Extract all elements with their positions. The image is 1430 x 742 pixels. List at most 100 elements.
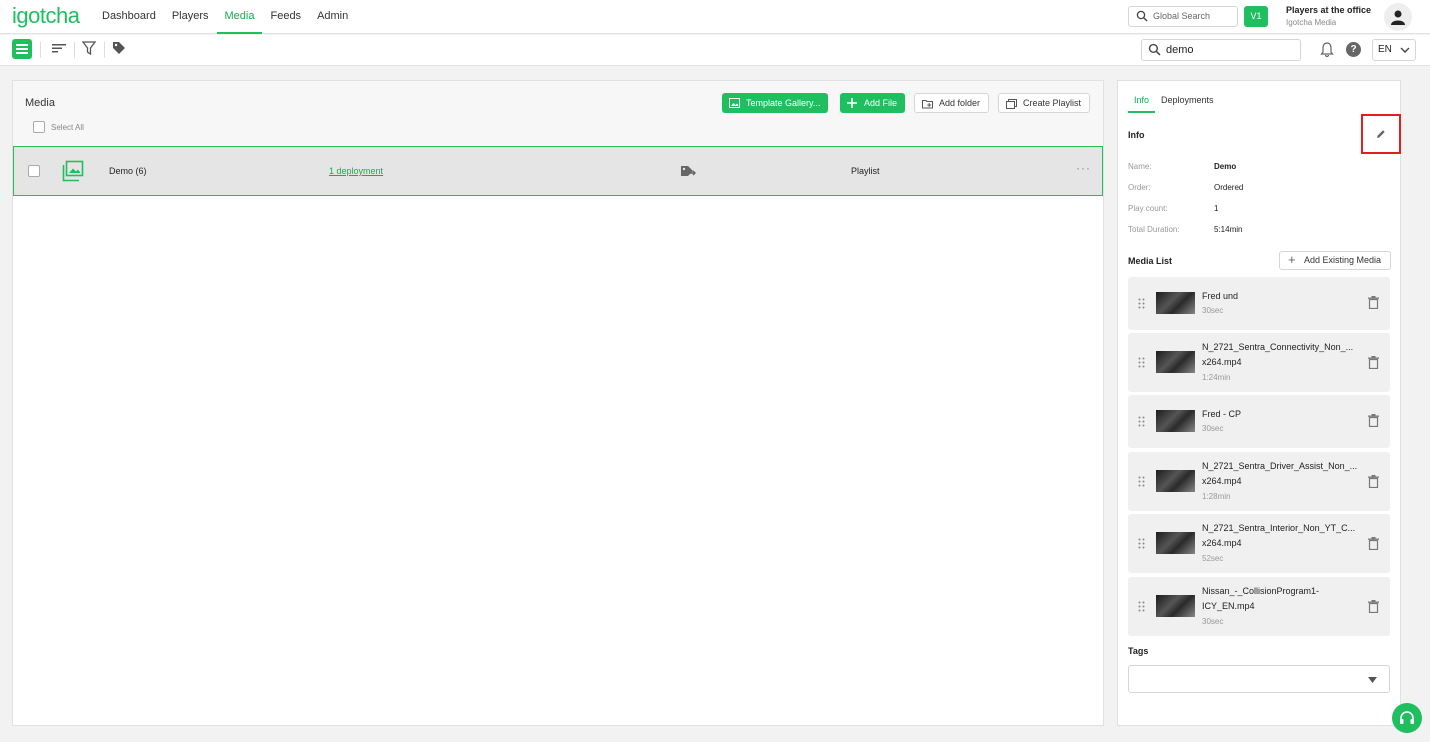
- select-all-checkbox[interactable]: [33, 121, 45, 133]
- list-view-button[interactable]: [12, 39, 32, 59]
- trash-icon[interactable]: [1368, 537, 1379, 550]
- filter-icon[interactable]: [82, 41, 96, 55]
- table-row[interactable]: Demo (6) 1 deployment Playlist ···: [13, 146, 1103, 196]
- gallery-icon: [729, 98, 740, 108]
- list-item[interactable]: Fred - CP 30sec: [1128, 395, 1390, 448]
- nav-dashboard[interactable]: Dashboard: [94, 0, 164, 34]
- search-icon: [1136, 10, 1148, 22]
- media-duration: 52sec: [1202, 554, 1224, 563]
- divider: [74, 42, 75, 58]
- row-deployments-link[interactable]: 1 deployment: [329, 166, 383, 176]
- duration-value: 5:14min: [1214, 225, 1243, 234]
- version-badge[interactable]: V1: [1244, 6, 1268, 27]
- details-panel: Info Deployments Info Name: Demo Order: …: [1117, 80, 1401, 726]
- global-search-placeholder: Global Search: [1153, 11, 1211, 21]
- drag-handle-icon[interactable]: [1138, 416, 1146, 427]
- media-name-cont: x264.mp4: [1202, 357, 1242, 367]
- trash-icon[interactable]: [1368, 356, 1379, 369]
- media-duration: 30sec: [1202, 306, 1224, 315]
- media-name: N_2721_Sentra_Driver_Assist_Non_...: [1202, 461, 1358, 471]
- media-name: N_2721_Sentra_Interior_Non_YT_C...: [1202, 523, 1356, 533]
- media-duration: 30sec: [1202, 424, 1224, 433]
- media-name-cont: x264.mp4: [1202, 538, 1242, 548]
- media-thumbnail: [1156, 532, 1195, 554]
- list-item[interactable]: N_2721_Sentra_Interior_Non_YT_C... x264.…: [1128, 514, 1390, 573]
- media-duration: 1:24min: [1202, 373, 1231, 382]
- list-item[interactable]: Fred und 30sec: [1128, 277, 1390, 330]
- drag-handle-icon[interactable]: [1138, 538, 1146, 549]
- template-gallery-button[interactable]: Template Gallery...: [722, 93, 829, 113]
- order-label: Order:: [1128, 183, 1151, 192]
- support-chat-button[interactable]: [1392, 703, 1422, 733]
- create-playlist-button[interactable]: Create Playlist: [998, 93, 1091, 113]
- media-thumbnail: [1156, 351, 1195, 373]
- media-search-value: demo: [1166, 44, 1194, 56]
- more-icon[interactable]: ···: [1076, 161, 1091, 175]
- media-thumbnail: [1156, 595, 1195, 617]
- bell-icon[interactable]: [1320, 42, 1334, 57]
- select-all[interactable]: Select All: [27, 121, 84, 133]
- drag-handle-icon[interactable]: [1138, 298, 1146, 309]
- media-search-input[interactable]: demo: [1141, 39, 1301, 61]
- help-icon[interactable]: ?: [1346, 42, 1361, 57]
- tag-icon[interactable]: [112, 41, 126, 55]
- nav-players[interactable]: Players: [164, 0, 217, 34]
- headset-icon: [1400, 711, 1414, 724]
- playlist-icon: [62, 160, 84, 182]
- add-folder-button[interactable]: Add folder: [914, 93, 990, 113]
- tags-select[interactable]: [1128, 665, 1390, 693]
- media-duration: 30sec: [1202, 617, 1224, 626]
- media-duration: 1:28min: [1202, 492, 1231, 501]
- row-name[interactable]: Demo (6): [109, 166, 147, 176]
- avatar[interactable]: [1384, 3, 1412, 31]
- media-name-cont: ICY_EN.mp4: [1202, 601, 1255, 611]
- media-panel-header: Media Select All Template Gallery... Add…: [13, 81, 1103, 145]
- account-org: Igotcha Media: [1286, 18, 1337, 27]
- sort-icon[interactable]: [52, 41, 66, 55]
- pencil-icon: [1377, 130, 1385, 138]
- toolbar: demo ? EN: [0, 35, 1430, 66]
- edit-button[interactable]: [1361, 114, 1401, 154]
- user-icon: [1391, 10, 1405, 25]
- details-tabs: Info Deployments: [1128, 93, 1220, 113]
- nav-feeds[interactable]: Feeds: [262, 0, 309, 34]
- global-search-input[interactable]: Global Search: [1128, 6, 1238, 27]
- media-panel: Media Select All Template Gallery... Add…: [12, 80, 1104, 726]
- account-name[interactable]: Players at the office: [1286, 5, 1371, 15]
- list-item[interactable]: Nissan_-_CollisionProgram1- ICY_EN.mp4 3…: [1128, 577, 1390, 636]
- plus-icon: +: [1288, 252, 1296, 267]
- list-item[interactable]: N_2721_Sentra_Connectivity_Non_... x264.…: [1128, 333, 1390, 392]
- add-file-button[interactable]: Add File: [840, 93, 906, 113]
- row-type: Playlist: [851, 166, 880, 176]
- media-name: Fred und: [1202, 291, 1239, 301]
- logo[interactable]: igotcha: [12, 3, 80, 29]
- tag-arrow-icon[interactable]: [680, 163, 696, 179]
- trash-icon[interactable]: [1368, 600, 1379, 613]
- trash-icon[interactable]: [1368, 475, 1379, 488]
- drag-handle-icon[interactable]: [1138, 601, 1146, 612]
- tab-info[interactable]: Info: [1128, 93, 1156, 113]
- media-name-cont: x264.mp4: [1202, 476, 1242, 486]
- search-icon: [1148, 43, 1161, 56]
- language-select[interactable]: EN: [1372, 39, 1416, 61]
- drag-handle-icon[interactable]: [1138, 476, 1146, 487]
- media-thumbnail: [1156, 292, 1195, 314]
- row-checkbox[interactable]: [28, 165, 40, 177]
- name-value: Demo: [1214, 162, 1237, 171]
- media-list-title: Media List: [1128, 256, 1173, 266]
- info-title: Info: [1128, 130, 1145, 140]
- list-icon: [16, 44, 28, 54]
- media-name: Fred - CP: [1202, 409, 1242, 419]
- tab-deployments[interactable]: Deployments: [1155, 93, 1220, 113]
- drag-handle-icon[interactable]: [1138, 357, 1146, 368]
- trash-icon[interactable]: [1368, 414, 1379, 427]
- nav-media[interactable]: Media: [216, 0, 263, 34]
- nav-admin[interactable]: Admin: [309, 0, 356, 34]
- order-value: Ordered: [1214, 183, 1244, 192]
- add-existing-media-button[interactable]: + Add Existing Media: [1279, 251, 1391, 270]
- list-item[interactable]: N_2721_Sentra_Driver_Assist_Non_... x264…: [1128, 452, 1390, 511]
- name-label: Name:: [1128, 162, 1152, 171]
- trash-icon[interactable]: [1368, 296, 1379, 309]
- nav-links: Dashboard Players Media Feeds Admin: [94, 0, 356, 34]
- divider: [40, 42, 41, 58]
